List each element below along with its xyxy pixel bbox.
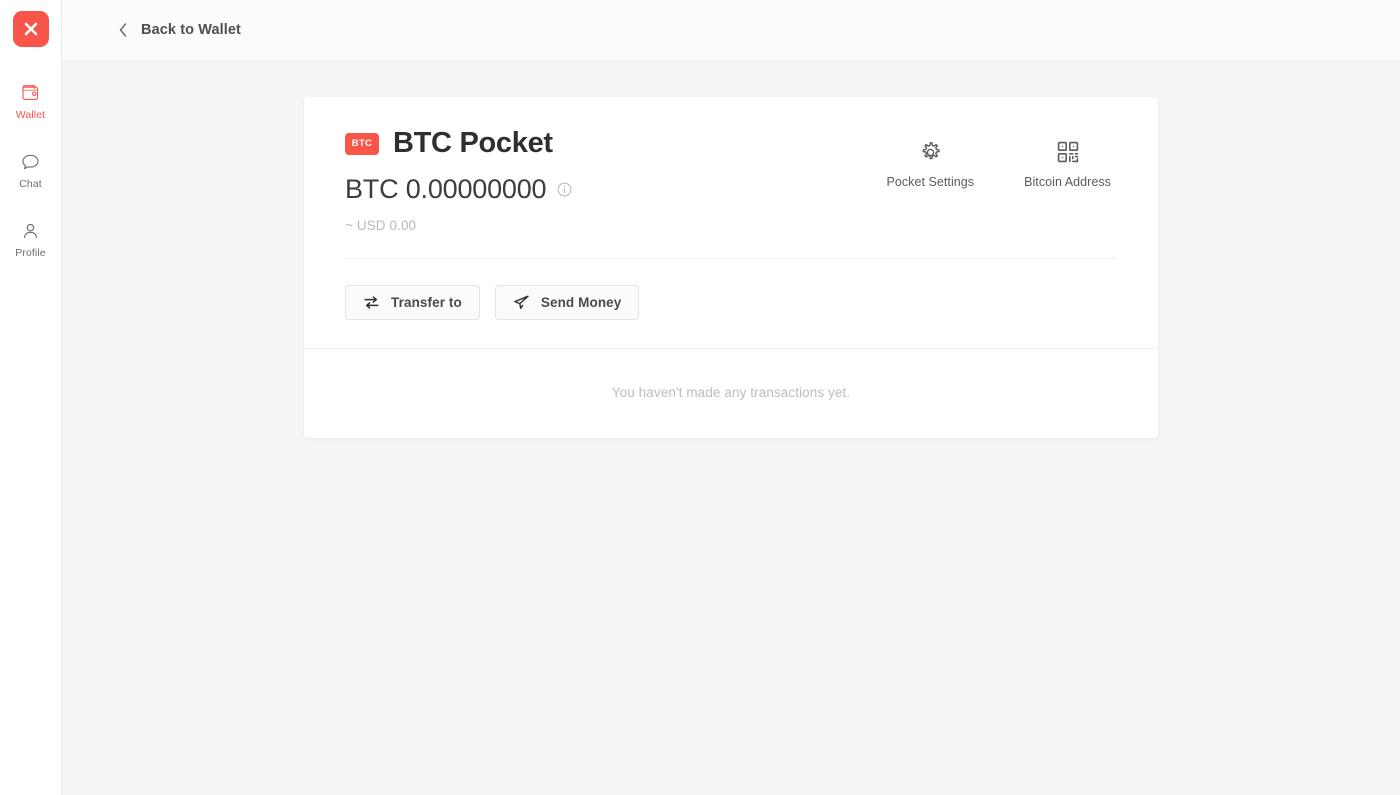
btc-coin-badge: BTC bbox=[345, 132, 379, 155]
pocket-card: BTC BTC Pocket BTC 0.00000000 ~ USD 0.00… bbox=[304, 97, 1158, 438]
back-to-wallet-label: Back to Wallet bbox=[141, 22, 241, 38]
balance-amount: BTC 0.00000000 bbox=[345, 174, 547, 204]
x-logo-icon bbox=[22, 20, 40, 38]
pocket-title-row: BTC BTC Pocket bbox=[345, 129, 572, 158]
sidebar-item-profile[interactable]: Profile bbox=[0, 211, 62, 268]
transfer-to-label: Transfer to bbox=[391, 295, 462, 310]
pocket-header-actions: Pocket Settings Bitcoin Address bbox=[886, 129, 1117, 189]
sidebar: Wallet Chat Profile bbox=[0, 0, 62, 795]
transactions-empty-state: You haven't made any transactions yet. bbox=[611, 385, 851, 400]
content-area: BTC BTC Pocket BTC 0.00000000 ~ USD 0.00… bbox=[62, 61, 1400, 795]
sidebar-item-chat[interactable]: Chat bbox=[0, 142, 62, 199]
pocket-action-buttons: Transfer to Send Money bbox=[304, 259, 1158, 320]
transfer-to-button[interactable]: Transfer to bbox=[345, 285, 480, 320]
bitcoin-address-label: Bitcoin Address bbox=[1024, 175, 1111, 189]
send-money-button[interactable]: Send Money bbox=[494, 285, 640, 320]
transfer-arrows-icon bbox=[363, 294, 380, 311]
chat-bubble-icon bbox=[20, 151, 41, 173]
page-title: BTC Pocket bbox=[393, 127, 553, 159]
balance-usd-equivalent: ~ USD 0.00 bbox=[345, 218, 417, 233]
sidebar-item-label: Wallet bbox=[15, 109, 46, 121]
info-circle-icon[interactable] bbox=[557, 182, 572, 197]
back-to-wallet-link[interactable]: Back to Wallet bbox=[118, 22, 241, 38]
pocket-settings-label: Pocket Settings bbox=[886, 175, 975, 189]
paper-plane-icon bbox=[513, 294, 530, 311]
main-area: Back to Wallet BTC BTC Pocket BTC 0.0000… bbox=[62, 0, 1400, 795]
top-bar: Back to Wallet bbox=[62, 0, 1400, 61]
send-money-label: Send Money bbox=[540, 295, 622, 310]
pocket-summary: BTC BTC Pocket BTC 0.00000000 ~ USD 0.00 bbox=[345, 129, 572, 233]
user-icon bbox=[20, 220, 41, 242]
bitcoin-address-action[interactable]: Bitcoin Address bbox=[1024, 139, 1111, 189]
balance-row: BTC 0.00000000 bbox=[345, 176, 572, 203]
app-root: Wallet Chat Profile Back to Wallet BTC B… bbox=[0, 0, 1400, 795]
sidebar-item-label: Profile bbox=[15, 247, 46, 259]
app-logo[interactable] bbox=[12, 11, 49, 47]
gear-icon bbox=[918, 139, 943, 165]
chevron-left-icon bbox=[118, 22, 128, 38]
wallet-icon bbox=[20, 82, 41, 104]
qr-code-icon bbox=[1056, 139, 1080, 165]
pocket-card-header: BTC BTC Pocket BTC 0.00000000 ~ USD 0.00… bbox=[304, 97, 1158, 233]
sidebar-item-label: Chat bbox=[19, 178, 42, 190]
pocket-settings-action[interactable]: Pocket Settings bbox=[886, 139, 974, 189]
sidebar-item-wallet[interactable]: Wallet bbox=[0, 73, 62, 130]
